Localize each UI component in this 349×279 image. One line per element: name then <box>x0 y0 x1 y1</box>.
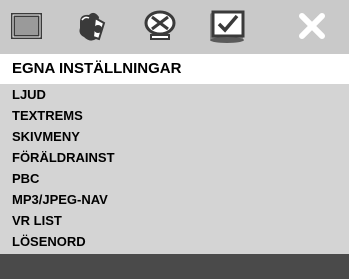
audio-icon[interactable] <box>72 6 112 46</box>
menu-item-textrems[interactable]: TEXTREMS <box>12 106 83 126</box>
settings-menu: LJUD TEXTREMS SKIVMENY FÖRÄLDRAINST PBC … <box>0 84 349 254</box>
icon-toolbar <box>0 0 349 52</box>
setup-menu-screen: EGNA INSTÄLLNINGAR LJUD TEXTREMS SKIVMEN… <box>0 0 349 279</box>
menu-item-pbc[interactable]: PBC <box>12 169 39 189</box>
footer-bar <box>0 254 349 279</box>
page-title: EGNA INSTÄLLNINGAR <box>0 54 349 84</box>
menu-item-skivmeny[interactable]: SKIVMENY <box>12 127 80 147</box>
close-icon[interactable] <box>292 6 332 46</box>
menu-item-vr-list[interactable]: VR LIST <box>12 211 62 231</box>
menu-item-mp3-jpeg-nav[interactable]: MP3/JPEG-NAV <box>12 190 108 210</box>
display-icon[interactable] <box>7 6 47 46</box>
menu-item-losenord[interactable]: LÖSENORD <box>12 232 86 252</box>
menu-item-ljud[interactable]: LJUD <box>12 85 46 105</box>
speaker-settings-icon[interactable] <box>140 6 180 46</box>
menu-item-foraldrainst[interactable]: FÖRÄLDRAINST <box>12 148 115 168</box>
preferences-icon[interactable] <box>207 6 247 46</box>
